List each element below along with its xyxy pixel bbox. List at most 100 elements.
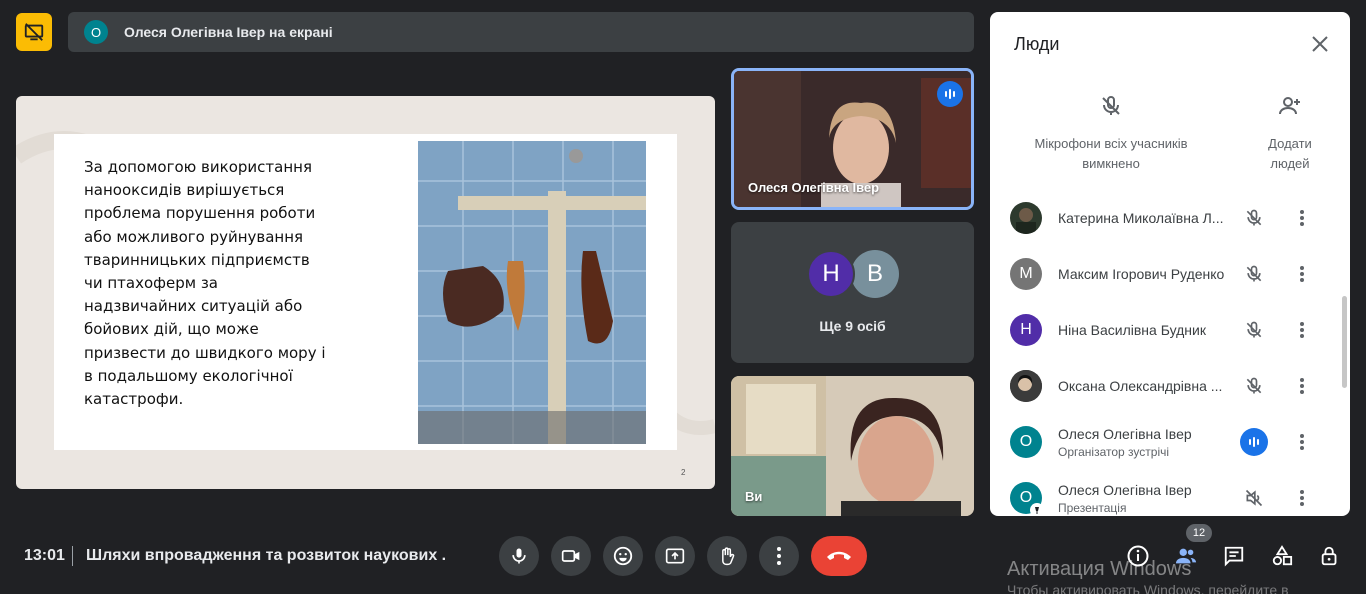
stop-presenting-icon[interactable] [16, 13, 52, 51]
tile-participant-name: Олеся Олегівна Івер [748, 180, 880, 195]
phone-hangup-icon [827, 551, 851, 560]
presenting-banner-text: Олеся Олегівна Івер на екрані [124, 24, 333, 40]
slide-line: За допомогою використання [84, 158, 312, 176]
participant-avatar [1010, 370, 1042, 402]
presenter-avatar: О [84, 20, 108, 44]
presentation-badge-icon [1030, 503, 1044, 516]
mute-all-label-line2: вимкнено [1082, 156, 1140, 171]
lock-person-icon [1321, 546, 1337, 566]
participant-avatar: О [1010, 426, 1042, 458]
more-options-icon[interactable] [1290, 430, 1314, 454]
group-avatar: Н [807, 250, 855, 298]
close-icon[interactable] [1308, 32, 1332, 56]
group-avatar: В [851, 250, 899, 298]
windows-activation-title: Активация Windows [1007, 558, 1192, 580]
more-options-icon[interactable] [1290, 486, 1314, 510]
mic-icon [512, 548, 526, 564]
mic-off-icon[interactable] [1240, 316, 1268, 344]
people-count-badge: 12 [1186, 524, 1212, 542]
mic-off-icon [1020, 94, 1202, 118]
slide-line: нанооксидів вирішується [84, 181, 285, 200]
participant-row[interactable]: О Олеся Олегівна Івер Презентація [990, 470, 1340, 516]
chat-icon [1224, 546, 1244, 567]
participant-list: Катерина Миколаївна Л... М Максим Ігоров… [990, 190, 1340, 516]
speaking-indicator-icon [937, 81, 963, 107]
slide-photo [418, 141, 646, 444]
presenting-banner: О Олеся Олегівна Івер на екрані [68, 12, 974, 52]
participant-name: Олеся Олегівна Івер [1058, 482, 1192, 498]
self-video [731, 376, 974, 516]
people-panel: Люди Мікрофони всіх учасників вимкнено Д… [990, 12, 1350, 516]
participant-avatar: О [1010, 482, 1044, 516]
present-screen-icon [665, 548, 685, 564]
mute-all-button[interactable]: Мікрофони всіх учасників вимкнено [1020, 94, 1202, 174]
more-options-icon[interactable] [1290, 262, 1314, 286]
participant-name: Ніна Василівна Будник [1058, 322, 1206, 338]
tile-self-name: Ви [745, 489, 763, 504]
slide-line: призвести до швидкого мору і [84, 343, 326, 362]
add-person-icon [1256, 94, 1324, 118]
participant-avatar [1010, 202, 1042, 234]
mute-all-label-line1: Мікрофони всіх учасників [1034, 136, 1188, 151]
participant-avatar: М [1010, 258, 1042, 290]
speaking-indicator-icon [1240, 428, 1268, 456]
meeting-time: 13:01 [24, 547, 65, 564]
add-people-label-line2: людей [1270, 156, 1310, 171]
more-options-icon[interactable] [1290, 374, 1314, 398]
shapes-icon [1272, 545, 1293, 566]
emoji-icon [613, 546, 633, 566]
mic-off-icon[interactable] [1240, 372, 1268, 400]
participant-row[interactable]: Оксана Олександрівна ... [990, 358, 1340, 414]
participant-row[interactable]: М Максим Ігорович Руденко [990, 246, 1340, 302]
participant-avatar: Н [1010, 314, 1042, 346]
slide-line: чи птахоферм за [84, 274, 218, 293]
camera-button[interactable] [551, 536, 591, 576]
participant-role: Презентація [1058, 501, 1127, 515]
mic-off-icon[interactable] [1240, 260, 1268, 288]
panel-scrollbar[interactable] [1342, 296, 1347, 388]
participant-name: Оксана Олександрівна ... [1058, 378, 1223, 394]
volume-off-icon[interactable] [1240, 484, 1268, 512]
participant-tile-presenter[interactable]: Олеся Олегівна Івер [731, 68, 974, 210]
participant-tile-self[interactable]: Ви [731, 376, 974, 516]
participant-tile-group[interactable]: Н В Ще 9 осіб [731, 222, 974, 363]
slide-line: бойових дій, що може [84, 320, 259, 339]
participant-row[interactable]: Н Ніна Василівна Будник [990, 302, 1340, 358]
activities-button[interactable] [1270, 544, 1294, 568]
chat-button[interactable] [1222, 544, 1246, 568]
add-people-label-line1: Додати [1268, 136, 1312, 151]
slide-page-mark: 2 [681, 468, 686, 477]
slide-line: або можливого руйнування [84, 227, 304, 246]
more-options-icon[interactable] [1290, 318, 1314, 342]
participant-name: Олеся Олегівна Івер [1058, 426, 1192, 442]
more-vert-icon [777, 547, 781, 565]
slide-text: За допомогою використання нанооксидів ви… [84, 156, 334, 411]
divider [72, 546, 73, 566]
hand-icon [722, 547, 735, 566]
participant-name: Максим Ігорович Руденко [1058, 266, 1225, 282]
slide-line: тваринницьких підприємств [84, 250, 310, 269]
present-button[interactable] [655, 536, 695, 576]
meeting-title: Шляхи впровадження та розвиток наукових … [86, 547, 446, 564]
more-options-button[interactable] [759, 536, 799, 576]
participant-avatar-letter: О [1019, 489, 1033, 506]
more-options-icon[interactable] [1290, 206, 1314, 230]
shared-screen: За допомогою використання нанооксидів ви… [16, 96, 715, 489]
slide-line: проблема порушення роботи [84, 204, 316, 223]
slide-line: катастрофи. [84, 390, 184, 409]
reactions-button[interactable] [603, 536, 643, 576]
end-call-button[interactable] [811, 536, 867, 576]
participant-row[interactable]: О Олеся Олегівна Івер Організатор зустрі… [990, 414, 1340, 470]
mic-off-icon[interactable] [1240, 204, 1268, 232]
participant-role: Організатор зустрічі [1058, 445, 1170, 459]
microphone-button[interactable] [499, 536, 539, 576]
participant-row[interactable]: Катерина Миколаївна Л... [990, 190, 1340, 246]
raise-hand-button[interactable] [707, 536, 747, 576]
slide-line: в подальшому екологічної [84, 366, 293, 385]
slide-content: За допомогою використання нанооксидів ви… [54, 134, 677, 450]
windows-activation-text: Чтобы активировать Windows, перейдите в [1007, 582, 1289, 594]
participant-name: Катерина Миколаївна Л... [1058, 210, 1224, 226]
host-controls-button[interactable] [1318, 544, 1342, 568]
panel-title: Люди [1014, 34, 1060, 54]
add-people-button[interactable]: Додати людей [1256, 94, 1324, 174]
